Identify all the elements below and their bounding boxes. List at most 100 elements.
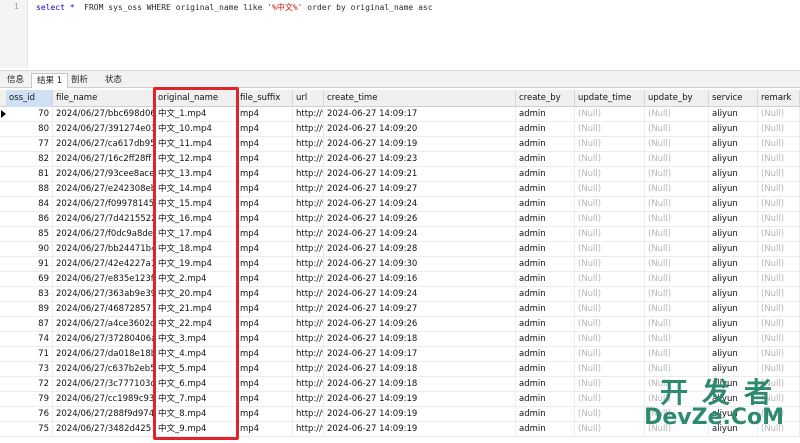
cell-update-time[interactable]: (Null) (575, 407, 645, 422)
cell-service[interactable]: aliyun (709, 362, 758, 377)
cell-update-by[interactable]: (Null) (645, 167, 709, 182)
cell-create-by[interactable]: admin (516, 122, 575, 137)
cell-service[interactable]: aliyun (709, 422, 758, 437)
cell-create-by[interactable]: admin (516, 182, 575, 197)
cell-url[interactable]: http://v (293, 317, 324, 332)
cell-create-time[interactable]: 2024-06-27 14:09:24 (324, 197, 516, 212)
table-row[interactable]: 89 2024/06/27/46872857 中文_21.mp4 mp4 http://… (0, 302, 800, 317)
column-header-update-by[interactable]: update_by (645, 90, 709, 107)
cell-service[interactable]: aliyun (709, 302, 758, 317)
cell-original-name[interactable]: 中文_21.mp4 (155, 302, 237, 317)
cell-update-time[interactable]: (Null) (575, 272, 645, 287)
cell-remark[interactable]: (Null) (758, 302, 800, 317)
cell-create-time[interactable]: 2024-06-27 14:09:17 (324, 347, 516, 362)
table-row[interactable]: 87 2024/06/27/a4ce3602cf 中文_22.mp4 mp4 http:… (0, 317, 800, 332)
cell-oss-id[interactable]: 71 (6, 347, 53, 362)
cell-url[interactable]: http://v (293, 392, 324, 407)
cell-create-by[interactable]: admin (516, 377, 575, 392)
cell-create-by[interactable]: admin (516, 347, 575, 362)
cell-original-name[interactable]: 中文_7.mp4 (155, 392, 237, 407)
cell-create-by[interactable]: admin (516, 302, 575, 317)
table-row[interactable]: 71 2024/06/27/da018e18b 中文_4.mp4 mp4 http://… (0, 347, 800, 362)
cell-remark[interactable]: (Null) (758, 227, 800, 242)
cell-create-time[interactable]: 2024-06-27 14:09:27 (324, 182, 516, 197)
cell-service[interactable]: aliyun (709, 317, 758, 332)
cell-update-time[interactable]: (Null) (575, 362, 645, 377)
cell-file-suffix[interactable]: mp4 (237, 257, 293, 272)
cell-file-suffix[interactable]: mp4 (237, 182, 293, 197)
cell-original-name[interactable]: 中文_8.mp4 (155, 407, 237, 422)
cell-remark[interactable]: (Null) (758, 197, 800, 212)
cell-oss-id[interactable]: 87 (6, 317, 53, 332)
table-row[interactable]: 83 2024/06/27/363ab9e39 中文_20.mp4 mp4 http:/… (0, 287, 800, 302)
table-row[interactable]: 80 2024/06/27/391274e03 中文_10.mp4 mp4 http:/… (0, 122, 800, 137)
cell-original-name[interactable]: 中文_16.mp4 (155, 212, 237, 227)
cell-file-name[interactable]: 2024/06/27/288f9d974 (53, 407, 155, 422)
table-row[interactable]: 82 2024/06/27/16c2ff28ff 中文_12.mp4 mp4 http:… (0, 152, 800, 167)
column-header-original-name[interactable]: original_name (155, 90, 237, 107)
cell-url[interactable]: http://v (293, 257, 324, 272)
cell-oss-id[interactable]: 86 (6, 212, 53, 227)
cell-remark[interactable]: (Null) (758, 377, 800, 392)
cell-create-time[interactable]: 2024-06-27 14:09:18 (324, 332, 516, 347)
cell-file-name[interactable]: 2024/06/27/f0dc9a8de (53, 227, 155, 242)
cell-url[interactable]: http://v (293, 122, 324, 137)
cell-service[interactable]: aliyun (709, 197, 758, 212)
cell-oss-id[interactable]: 79 (6, 392, 53, 407)
cell-original-name[interactable]: 中文_1.mp4 (155, 107, 237, 122)
cell-update-by[interactable]: (Null) (645, 347, 709, 362)
result-grid[interactable]: oss_id file_name original_name file_suffix u… (0, 90, 800, 443)
cell-oss-id[interactable]: 73 (6, 362, 53, 377)
column-header-file-suffix[interactable]: file_suffix (237, 90, 293, 107)
cell-remark[interactable]: (Null) (758, 182, 800, 197)
cell-file-suffix[interactable]: mp4 (237, 242, 293, 257)
cell-update-by[interactable]: (Null) (645, 212, 709, 227)
cell-create-time[interactable]: 2024-06-27 14:09:30 (324, 257, 516, 272)
cell-create-time[interactable]: 2024-06-27 14:09:24 (324, 227, 516, 242)
cell-url[interactable]: http://v (293, 332, 324, 347)
cell-file-name[interactable]: 2024/06/27/363ab9e39 (53, 287, 155, 302)
column-header-service[interactable]: service (709, 90, 758, 107)
cell-remark[interactable]: (Null) (758, 257, 800, 272)
table-row[interactable]: 91 2024/06/27/42e4227a1 中文_19.mp4 mp4 http:/… (0, 257, 800, 272)
cell-oss-id[interactable]: 80 (6, 122, 53, 137)
cell-update-time[interactable]: (Null) (575, 377, 645, 392)
cell-url[interactable]: http://v (293, 152, 324, 167)
cell-update-by[interactable]: (Null) (645, 317, 709, 332)
cell-update-by[interactable]: (Null) (645, 137, 709, 152)
cell-create-by[interactable]: admin (516, 422, 575, 437)
tab-info[interactable]: 信息 (2, 73, 29, 88)
cell-original-name[interactable]: 中文_4.mp4 (155, 347, 237, 362)
cell-oss-id[interactable]: 77 (6, 137, 53, 152)
cell-update-time[interactable]: (Null) (575, 212, 645, 227)
table-row[interactable]: 69 2024/06/27/e835e123fa 中文_2.mp4 mp4 http:/… (0, 272, 800, 287)
cell-remark[interactable]: (Null) (758, 317, 800, 332)
cell-update-time[interactable]: (Null) (575, 197, 645, 212)
cell-file-name[interactable]: 2024/06/27/7d4215522 (53, 212, 155, 227)
cell-update-time[interactable]: (Null) (575, 332, 645, 347)
cell-file-suffix[interactable]: mp4 (237, 197, 293, 212)
cell-service[interactable]: aliyun (709, 227, 758, 242)
cell-file-name[interactable]: 2024/06/27/93cee8ace (53, 167, 155, 182)
cell-url[interactable]: http://v (293, 212, 324, 227)
cell-url[interactable]: http://v (293, 422, 324, 437)
cell-file-suffix[interactable]: mp4 (237, 332, 293, 347)
cell-service[interactable]: aliyun (709, 167, 758, 182)
cell-service[interactable]: aliyun (709, 122, 758, 137)
cell-remark[interactable]: (Null) (758, 212, 800, 227)
column-header-remark[interactable]: remark (758, 90, 800, 107)
cell-create-by[interactable]: admin (516, 287, 575, 302)
cell-create-by[interactable]: admin (516, 392, 575, 407)
cell-url[interactable]: http://v (293, 347, 324, 362)
cell-create-time[interactable]: 2024-06-27 14:09:19 (324, 407, 516, 422)
cell-original-name[interactable]: 中文_18.mp4 (155, 242, 237, 257)
cell-service[interactable]: aliyun (709, 272, 758, 287)
cell-file-name[interactable]: 2024/06/27/bbc698d06 (53, 107, 155, 122)
cell-url[interactable]: http://v (293, 167, 324, 182)
table-row[interactable]: 79 2024/06/27/cc1989c93 中文_7.mp4 mp4 http://… (0, 392, 800, 407)
cell-update-by[interactable]: (Null) (645, 362, 709, 377)
table-row[interactable]: 72 2024/06/27/3c777103d 中文_6.mp4 mp4 http://… (0, 377, 800, 392)
table-row[interactable]: 88 2024/06/27/e242308eb 中文_14.mp4 mp4 http:/… (0, 182, 800, 197)
cell-update-by[interactable]: (Null) (645, 197, 709, 212)
cell-service[interactable]: aliyun (709, 347, 758, 362)
